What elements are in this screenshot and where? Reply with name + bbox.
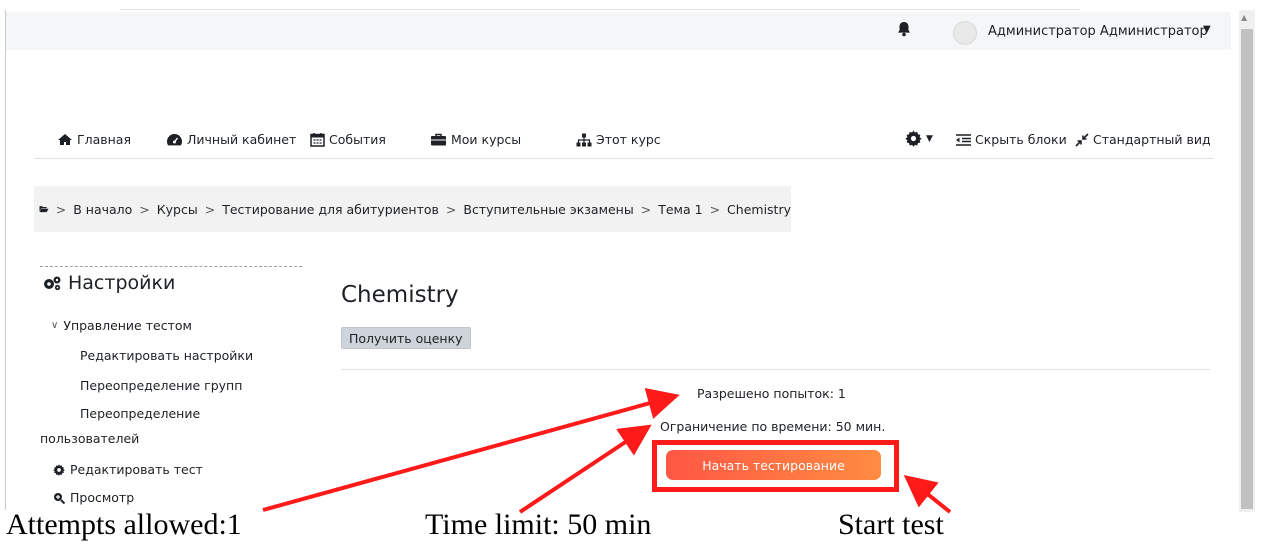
caption-time-limit: Time limit: 50 min bbox=[425, 508, 652, 541]
caption-attempts: Attempts allowed:1 bbox=[6, 508, 242, 541]
caption-start-test: Start test bbox=[838, 508, 944, 541]
annotation-arrows bbox=[262, 387, 952, 514]
arrow-time-limit bbox=[518, 424, 652, 514]
